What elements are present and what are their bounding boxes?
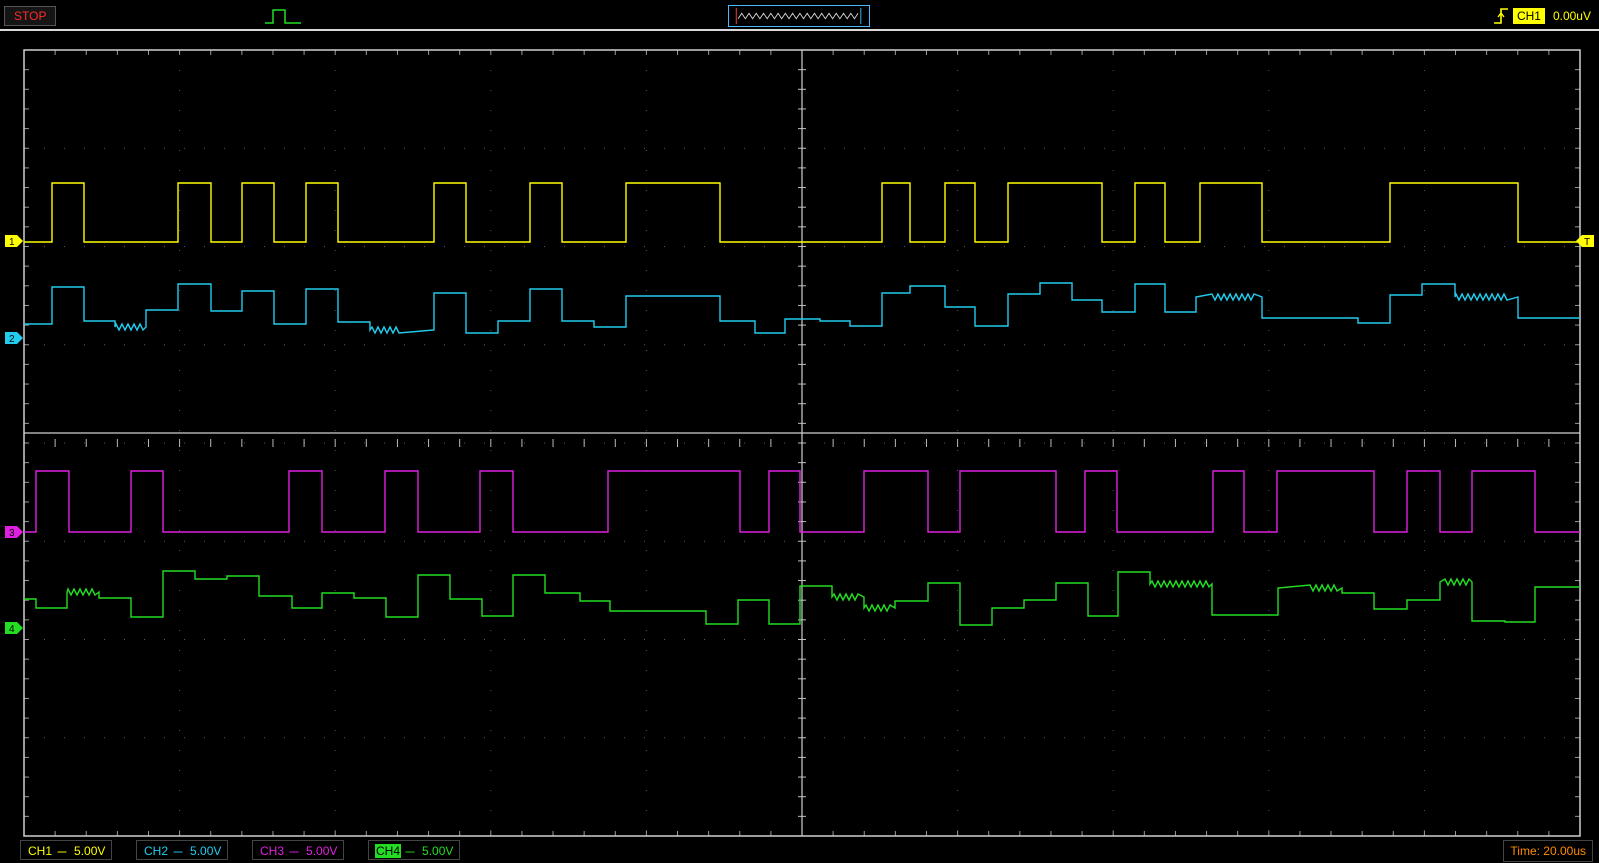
ch4-scale[interactable]: CH4 --- 5.00V — [368, 840, 461, 860]
svg-text:1: 1 — [9, 237, 15, 248]
ch4-marker[interactable]: 4 — [5, 622, 23, 635]
trigger-source: CH1 — [1512, 8, 1545, 24]
ch1-marker[interactable]: 1 — [5, 235, 23, 248]
memory-overview[interactable] — [728, 5, 870, 27]
toolbar: STOP CH1 0.00uV — [0, 0, 1599, 31]
single-pulse-icon[interactable] — [265, 6, 301, 26]
svg-text:3: 3 — [9, 528, 15, 539]
trigger-info[interactable]: CH1 0.00uV — [1493, 6, 1591, 26]
trigger-level: 0.00uV — [1552, 9, 1591, 23]
run-stop-button[interactable]: STOP — [4, 6, 57, 26]
rising-edge-icon — [1493, 8, 1508, 24]
ch2-scale[interactable]: CH2 --- 5.00V — [136, 840, 229, 860]
ch3-marker[interactable]: 3 — [5, 526, 23, 539]
svg-text:4: 4 — [9, 624, 15, 635]
ch3-scale[interactable]: CH3 --- 5.00V — [252, 840, 345, 860]
svg-text:2: 2 — [9, 334, 15, 345]
svg-text:T: T — [1584, 237, 1590, 248]
waveform-display[interactable]: 1 2 3 4 T — [0, 31, 1599, 837]
status-bar: CH1 --- 5.00V CH2 --- 5.00V CH3 --- 5.00V CH4-… — [0, 837, 1599, 863]
ch2-marker[interactable]: 2 — [5, 332, 23, 345]
ch1-scale[interactable]: CH1 --- 5.00V — [20, 840, 113, 860]
timebase[interactable]: Time: 20.00us — [1503, 840, 1593, 862]
